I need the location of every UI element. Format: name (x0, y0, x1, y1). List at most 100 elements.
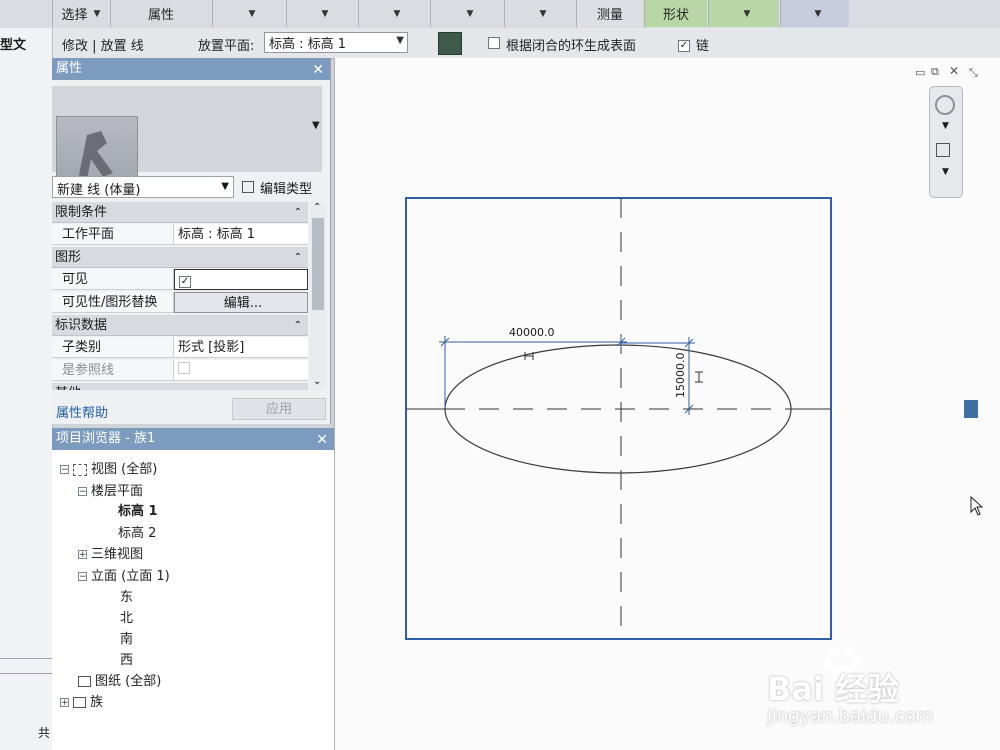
chevron-down-icon[interactable]: ▼ (942, 121, 949, 131)
navigation-bar: ▼ ▼ (929, 86, 963, 198)
tree-3dviews[interactable]: + 三维视图 (78, 543, 143, 562)
row-subcategory: 子类别 形式 [投影] (52, 337, 308, 359)
tree-views[interactable]: − 视图 (全部) (60, 458, 157, 477)
tree-label: 图纸 (全部) (95, 674, 162, 689)
tree-families[interactable]: + 族 (60, 691, 103, 710)
edit-type-icon (242, 181, 254, 193)
dim-control-icon[interactable] (695, 371, 703, 383)
steering-wheel-icon[interactable] (935, 95, 955, 115)
chevron-down-icon: ▼ (539, 8, 547, 19)
select-panel-button[interactable]: 选择 ▼ (52, 0, 109, 27)
properties-panel: 属性 ✕ ▼ 新建 线 (体量) ▼ 编辑类型 限制条件 ⌃ 工作平面 标高 : … (52, 58, 331, 424)
sheets-icon (78, 676, 91, 687)
subcategory-value[interactable]: 形式 [投影] (174, 337, 308, 358)
isref-key: 是参照线 (52, 360, 174, 381)
property-scrollbar[interactable]: ⌃ ⌄ (310, 202, 326, 390)
tree-elevations[interactable]: − 立面 (立面 1) (78, 565, 170, 584)
edit-type-label: 编辑类型 (260, 182, 313, 197)
ribbon-dropdown-2[interactable]: ▼ (286, 0, 357, 27)
browser-title-bar: 项目浏览器 - 族1 ✕ (52, 428, 334, 450)
tree-north[interactable]: 北 (120, 607, 133, 626)
edit-type-button[interactable]: 编辑类型 (238, 176, 328, 198)
properties-title-bar: 属性 ✕ (52, 58, 330, 80)
tree-east[interactable]: 东 (120, 586, 133, 605)
tree-sheets[interactable]: 图纸 (全部) (78, 670, 161, 689)
tree-label: 南 (120, 632, 134, 647)
measure-panel-button[interactable]: 测量 (576, 0, 643, 27)
chevron-down-icon[interactable]: ▼ (942, 167, 949, 177)
chevron-down-icon: ▼ (393, 8, 401, 19)
left-strip-text: 型文 (0, 38, 27, 53)
scroll-thumb[interactable] (312, 218, 324, 310)
type-dropdown[interactable]: 新建 线 (体量) ▼ (52, 176, 234, 198)
type-selector[interactable]: ▼ (52, 86, 322, 198)
chevron-down-icon: ▼ (248, 8, 256, 19)
collapse-icon[interactable]: − (78, 487, 87, 497)
watermark-brand: Bai 经验 (767, 670, 900, 708)
properties-panel-button[interactable]: 属性 (110, 0, 211, 27)
3d-snap-icon[interactable] (438, 32, 462, 55)
select-label: 选择 (61, 8, 88, 23)
tree-floorplans[interactable]: − 楼层平面 (78, 480, 143, 499)
collapse-icon: ⌃ (293, 207, 302, 218)
zoom-icon[interactable] (936, 143, 950, 157)
browser-title: 项目浏览器 - 族1 (56, 431, 156, 446)
dim-text-horizontal[interactable]: 40000.0 (509, 326, 555, 339)
visible-checkbox[interactable]: ✓ (174, 269, 308, 290)
expand-icon[interactable]: + (78, 550, 87, 560)
group-graphics[interactable]: 图形 ⌃ (52, 247, 308, 268)
tree-level1[interactable]: 标高 1 (118, 500, 158, 519)
workplane-select[interactable]: 标高 : 标高 1 ▼ (264, 32, 408, 53)
ribbon-dropdown-4[interactable]: ▼ (430, 0, 503, 27)
tree-level2[interactable]: 标高 2 (118, 522, 156, 541)
close-icon[interactable]: ✕ (312, 59, 324, 81)
collapse-icon[interactable]: − (78, 572, 87, 582)
form-dropdown[interactable]: ▼ (708, 0, 779, 27)
workplane-select-value: 标高 : 标高 1 (269, 37, 347, 52)
visibility-edit-button[interactable]: 编辑... (174, 292, 308, 313)
group-identity[interactable]: 标识数据 ⌃ (52, 315, 308, 336)
tree-label: 东 (120, 590, 134, 605)
closed-loop-checkbox[interactable] (488, 37, 500, 53)
group-other[interactable]: 其他 (52, 383, 308, 390)
left-edge-strip: 型文 共 (0, 28, 53, 750)
ribbon-dropdown-6[interactable]: ▼ (780, 0, 849, 27)
expand-icon[interactable]: + (60, 698, 69, 708)
divider (0, 673, 52, 674)
group-label: 图形 (55, 250, 82, 265)
left-strip-bottom-text: 共 (38, 726, 51, 740)
form-panel-button[interactable]: 形状 (644, 0, 707, 27)
scroll-up-icon[interactable]: ⌃ (313, 202, 321, 213)
tree-south[interactable]: 南 (120, 628, 133, 647)
dim-text-vertical[interactable]: 15000.0 (674, 353, 687, 399)
divider (0, 658, 52, 659)
tree-label: 三维视图 (91, 547, 144, 562)
apply-button[interactable]: 应用 (232, 398, 326, 420)
view-boundary (405, 197, 832, 640)
properties-label: 属性 (147, 8, 174, 23)
chevron-down-icon: ▼ (321, 8, 329, 19)
close-icon[interactable]: ✕ (316, 429, 328, 451)
workplane-value: 标高 : 标高 1 (174, 224, 308, 245)
ribbon-dropdown-3[interactable]: ▼ (358, 0, 429, 27)
chain-checkbox[interactable]: ✓ (678, 37, 690, 52)
modify-place-line-label: 修改 | 放置 线 (62, 39, 144, 54)
row-is-reference: 是参照线 (52, 360, 308, 382)
properties-title: 属性 (56, 61, 83, 76)
visibility-key: 可见性/图形替换 (52, 292, 174, 313)
scroll-down-icon[interactable]: ⌄ (313, 376, 321, 387)
form-label: 形状 (662, 8, 689, 23)
subcategory-key: 子类别 (52, 337, 174, 358)
chevron-down-icon[interactable]: ▼ (312, 120, 320, 131)
canvas-scroll-thumb[interactable] (964, 400, 978, 418)
tree-west[interactable]: 西 (120, 649, 133, 668)
group-constraints[interactable]: 限制条件 ⌃ (52, 202, 308, 223)
chevron-down-icon: ▼ (814, 8, 822, 19)
baidu-watermark: Bai 经验 jingyan.baidu.com (765, 640, 985, 740)
properties-help-link[interactable]: 属性帮助 (56, 402, 108, 421)
group-label: 其他 (55, 386, 81, 390)
collapse-icon[interactable]: − (60, 465, 69, 475)
ribbon-dropdown-1[interactable]: ▼ (212, 0, 285, 27)
group-label: 限制条件 (55, 205, 108, 220)
ribbon-dropdown-5[interactable]: ▼ (504, 0, 575, 27)
